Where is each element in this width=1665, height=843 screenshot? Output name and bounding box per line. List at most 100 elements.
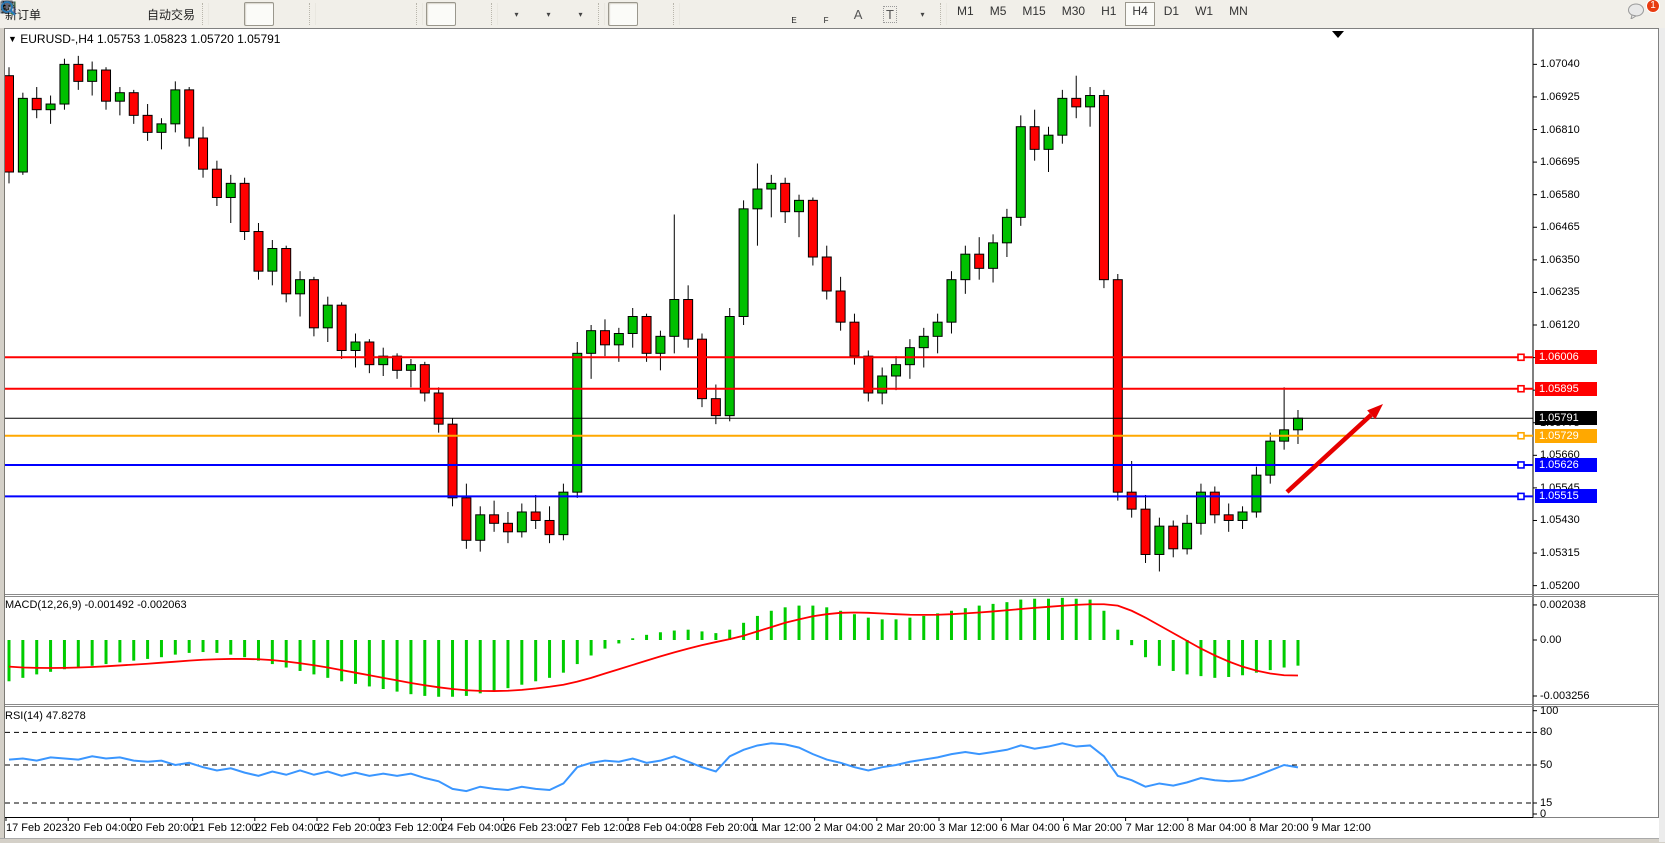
candle (919, 336, 928, 347)
search-button[interactable] (1594, 2, 1624, 26)
signals-button[interactable] (111, 2, 141, 26)
chat-bubble-icon (1627, 3, 1645, 19)
price-badge-1.05895: 1.05895 (1535, 382, 1597, 396)
time-tick[interactable]: 7 Mar 12:00 (1126, 822, 1185, 834)
time-tick[interactable]: 9 Mar 12:00 (1312, 822, 1371, 834)
price-tick: 1.07040 (1540, 58, 1580, 70)
timeframe-MN[interactable]: MN (1222, 2, 1255, 26)
timeframe-H4[interactable]: H4 (1125, 2, 1154, 26)
rsi-tick: 100 (1540, 705, 1558, 717)
time-tick[interactable]: 20 Feb 20:00 (130, 822, 195, 834)
time-tick[interactable]: 22 Feb 20:00 (317, 822, 382, 834)
candle (767, 183, 776, 189)
trendline-tool-button[interactable] (747, 2, 777, 26)
time-tick[interactable]: 2 Mar 04:00 (815, 822, 874, 834)
candle (836, 291, 845, 322)
timeframe-D1[interactable]: D1 (1157, 2, 1186, 26)
candle (1238, 512, 1247, 520)
candle (545, 520, 554, 534)
chevron-down-icon: ▾ (579, 10, 583, 19)
notification-badge: 1 (1646, 0, 1660, 13)
autotrading-label: 自动交易 (147, 6, 195, 23)
time-tick[interactable]: 6 Mar 04:00 (1001, 822, 1060, 834)
candle (365, 342, 374, 365)
tile-windows-button[interactable] (383, 2, 413, 26)
time-tick[interactable]: 21 Feb 12:00 (193, 822, 258, 834)
zoom-in-button[interactable] (319, 2, 349, 26)
time-tick[interactable]: 26 Feb 23:00 (504, 822, 569, 834)
time-tick[interactable]: 28 Feb 20:00 (690, 822, 755, 834)
auto-scroll-button[interactable] (426, 2, 456, 26)
crosshair-tool-button[interactable] (640, 2, 670, 26)
candle (753, 189, 762, 209)
label-tool-button[interactable]: T (875, 2, 905, 26)
chart-title: ▼ EURUSD-,H4 1.05753 1.05823 1.05720 1.0… (8, 32, 280, 46)
text-tool-button[interactable]: A (843, 2, 873, 26)
market-button[interactable] (47, 2, 77, 26)
time-tick[interactable]: 22 Feb 04:00 (255, 822, 320, 834)
chart-window: ▼ EURUSD-,H4 1.05753 1.05823 1.05720 1.0… (0, 28, 1665, 842)
arrows-tool-button[interactable]: ▾ (907, 2, 937, 26)
indicators-button[interactable]: ▾ (501, 2, 531, 26)
candle (628, 317, 637, 334)
collapse-triangle-icon: ▼ (8, 34, 17, 44)
candle (157, 124, 166, 132)
candlestick-mode-button[interactable] (244, 2, 274, 26)
notifications-button[interactable]: 1 (1626, 2, 1656, 26)
time-tick[interactable]: 23 Feb 12:00 (379, 822, 444, 834)
autotrading-button[interactable]: 自动交易 (143, 2, 199, 26)
candle (226, 183, 235, 197)
chart-shift-button[interactable] (458, 2, 488, 26)
fibonacci-tool-button[interactable]: F (811, 2, 841, 26)
channel-tool-button[interactable]: E (779, 2, 809, 26)
vertical-line-tool-button[interactable] (683, 2, 713, 26)
timeframe-M15[interactable]: M15 (1015, 2, 1052, 26)
candle (587, 331, 596, 354)
periods-button[interactable]: ▾ (533, 2, 563, 26)
candle (60, 64, 69, 104)
time-tick[interactable]: 17 Feb 2023 (6, 822, 68, 834)
timeframe-M30[interactable]: M30 (1055, 2, 1092, 26)
window-bottom-edge (0, 838, 1665, 843)
time-tick[interactable]: 3 Mar 12:00 (939, 822, 998, 834)
timeframe-M1[interactable]: M1 (950, 2, 981, 26)
candle (337, 305, 346, 350)
bar-chart-mode-button[interactable] (212, 2, 242, 26)
candle (1141, 509, 1150, 554)
price-badge-1.05626: 1.05626 (1535, 458, 1597, 472)
candle (573, 353, 582, 492)
candle (1266, 441, 1275, 475)
rsi-tick: 50 (1540, 759, 1552, 771)
time-tick[interactable]: 24 Feb 04:00 (441, 822, 506, 834)
time-tick[interactable]: 28 Feb 04:00 (628, 822, 693, 834)
candle (808, 200, 817, 257)
candle (905, 348, 914, 365)
templates-button[interactable]: ▾ (565, 2, 595, 26)
time-tick[interactable]: 8 Mar 20:00 (1250, 822, 1309, 834)
time-tick[interactable]: 6 Mar 20:00 (1063, 822, 1122, 834)
toolbar-separator (598, 3, 605, 25)
timeframe-W1[interactable]: W1 (1188, 2, 1220, 26)
rsi-tick: 80 (1540, 726, 1552, 738)
chart-canvas[interactable] (0, 28, 1665, 842)
time-tick[interactable]: 2 Mar 20:00 (877, 822, 936, 834)
candle (670, 300, 679, 337)
price-badge-1.05791: 1.05791 (1535, 411, 1597, 425)
zoom-out-button[interactable] (351, 2, 381, 26)
window-right-edge (1659, 28, 1665, 842)
line-chart-mode-button[interactable] (276, 2, 306, 26)
rsi-tick: 0 (1540, 808, 1546, 820)
time-tick[interactable]: 1 Mar 12:00 (752, 822, 811, 834)
price-tick: 1.06120 (1540, 319, 1580, 331)
cursor-tool-button[interactable] (608, 2, 638, 26)
timeframe-M5[interactable]: M5 (983, 2, 1014, 26)
candle (406, 365, 415, 371)
time-tick[interactable]: 8 Mar 04:00 (1188, 822, 1247, 834)
community-button[interactable] (79, 2, 109, 26)
time-tick[interactable]: 20 Feb 04:00 (68, 822, 133, 834)
candle (822, 257, 831, 291)
time-tick[interactable]: 27 Feb 12:00 (566, 822, 631, 834)
timeframe-H1[interactable]: H1 (1094, 2, 1123, 26)
horizontal-line-tool-button[interactable] (715, 2, 745, 26)
shift-marker-icon[interactable] (1332, 31, 1344, 38)
